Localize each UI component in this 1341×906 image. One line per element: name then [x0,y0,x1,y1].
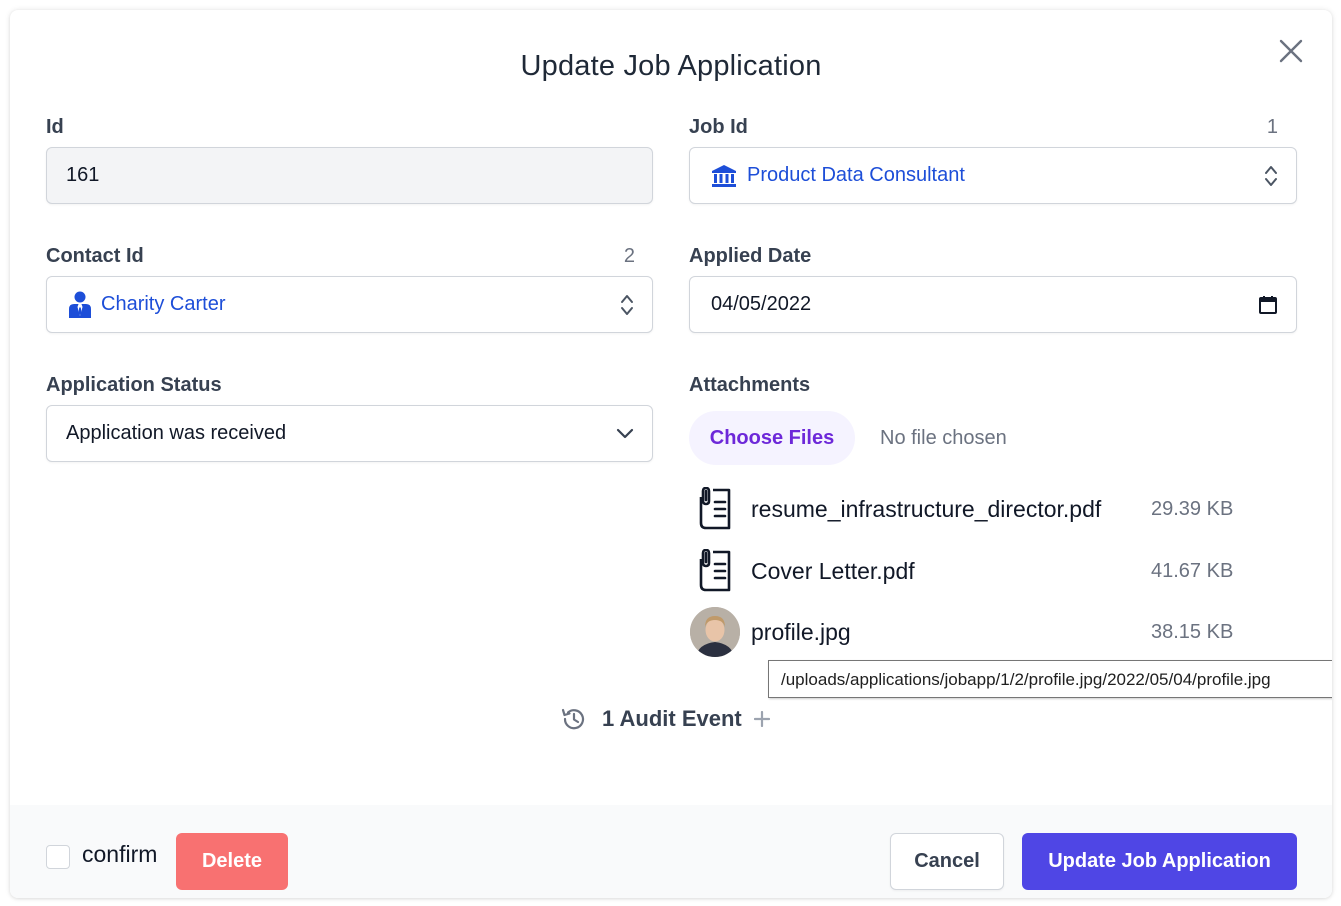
contact-id-value: Charity Carter [101,293,226,315]
application-status-value: Application was received [66,422,287,444]
confirm-label[interactable]: confirm [82,841,157,868]
applied-date-value: 04/05/2022 [711,293,812,315]
audit-event-count: 1 Audit Event [602,706,742,731]
audit-events-toggle[interactable]: 1 Audit Event [560,702,770,736]
id-field[interactable]: 161 [46,147,653,204]
attachment-item[interactable]: Cover Letter.pdf 41.67 KB [689,545,1249,599]
history-icon [561,708,585,730]
attachment-size: 41.67 KB [1151,560,1234,582]
file-path-tooltip: /uploads/applications/jobapp/1/2/profile… [768,660,1332,698]
application-status-select[interactable]: Application was received [46,405,653,462]
dialog-title: Update Job Application [520,50,822,82]
contact-id-number: 2 [623,245,635,267]
job-id-lookup[interactable]: Product Data Consultant [689,147,1297,204]
attachment-name: Cover Letter.pdf [751,558,915,584]
job-id-value: Product Data Consultant [747,164,965,186]
attachment-size: 29.39 KB [1151,498,1234,520]
attachment-name: profile.jpg [751,619,851,645]
close-button[interactable] [1276,36,1306,66]
profile-thumbnail [689,606,741,658]
applied-date-label: Applied Date [689,245,812,267]
confirm-checkbox[interactable] [46,845,70,869]
chevron-down-icon [616,428,634,440]
attachment-item[interactable]: resume_infrastructure_director.pdf 29.39… [689,483,1249,537]
delete-button[interactable]: Delete [176,833,288,890]
no-file-chosen-text: No file chosen [880,427,1007,449]
choose-files-button[interactable]: Choose Files [689,411,855,465]
update-job-application-dialog: Update Job Application Id 161 Job Id 1 P… [10,10,1332,898]
document-clip-icon [689,545,741,597]
applied-date-input[interactable]: 04/05/2022 [689,276,1297,333]
contact-id-lookup[interactable]: Charity Carter [46,276,653,333]
attachment-item[interactable]: profile.jpg 38.15 KB [689,606,1249,660]
id-label: Id [46,116,64,138]
application-status-label: Application Status [46,374,222,396]
job-id-number: 1 [1266,116,1278,138]
close-icon [1279,39,1303,63]
attachments-label: Attachments [689,374,811,396]
attachment-size: 38.15 KB [1151,621,1234,643]
update-job-application-button[interactable]: Update Job Application [1022,833,1297,890]
document-clip-icon [689,483,741,535]
user-tie-icon [69,291,91,318]
selector-icon [620,293,634,317]
selector-icon [1264,164,1278,188]
bank-building-icon [712,164,736,187]
dialog-footer: confirm Delete Cancel Update Job Applica… [10,805,1332,898]
contact-id-label: Contact Id [46,245,144,267]
calendar-icon[interactable] [1258,295,1278,315]
attachment-name: resume_infrastructure_director.pdf [751,496,1102,522]
plus-icon [753,711,770,727]
cancel-button[interactable]: Cancel [890,833,1004,890]
job-id-label: Job Id [689,116,748,138]
id-value: 161 [66,164,100,186]
